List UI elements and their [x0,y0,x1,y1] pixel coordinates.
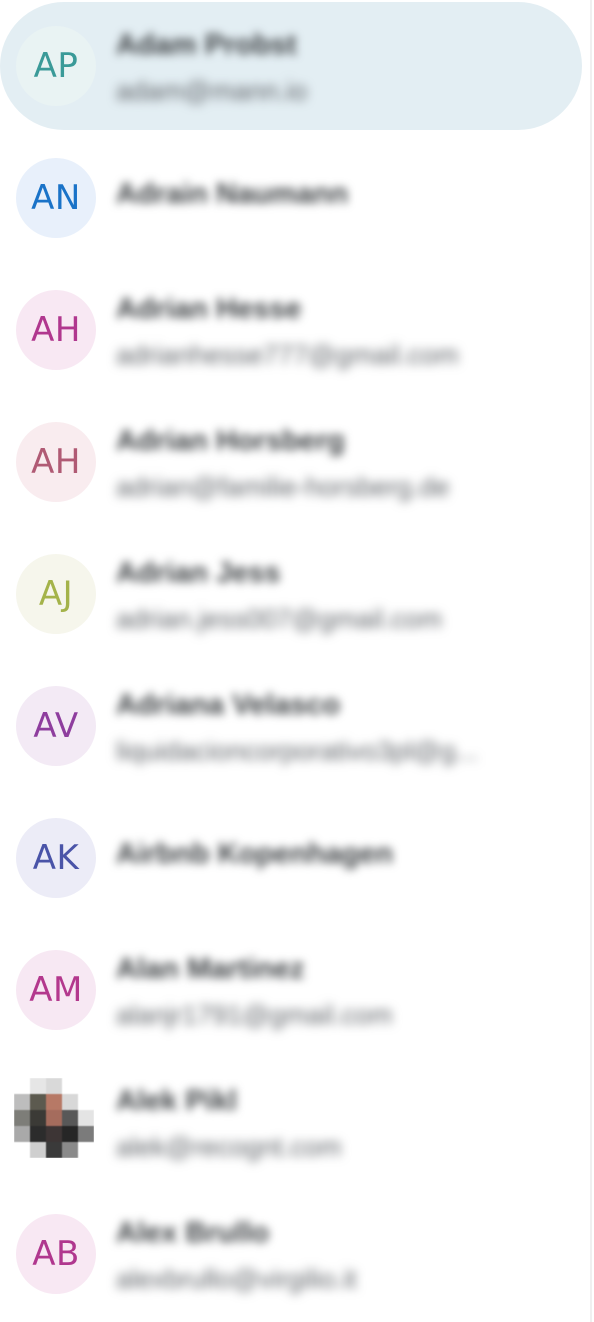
avatar: AJ [16,554,96,634]
contact-text: Adrian Hesse adrianhesse777@gmail.com [116,266,542,394]
contact-name: Alex Brullo [116,1217,270,1249]
avatar: AH [16,422,96,502]
avatar: AK [16,818,96,898]
contact-email: adam@mann.io [116,76,308,106]
contact-name: Airbnb Kopenhagen [116,838,394,870]
contact-email: alexbrullo@virgilio.it [116,1264,357,1294]
contact-name: Adriana Velasco [116,689,341,721]
contact-row-alan-martinez[interactable]: AM Alan Martinez alanjr1791@gmail.com [0,926,582,1054]
avatar-photo [14,1078,94,1158]
contact-name: Adam Probst [116,29,297,61]
avatar: AP [16,26,96,106]
contact-email: liquidacioncorporativo3pl@g... [116,736,479,766]
contact-row-adriana-velasco[interactable]: AV Adriana Velasco liquidacioncorporativ… [0,662,582,790]
contact-row-adam-probst[interactable]: AP Adam Probst adam@mann.io [0,2,582,130]
contact-row-airbnb-kopenhagen[interactable]: AK Airbnb Kopenhagen [0,794,582,922]
contact-list: AP Adam Probst adam@mann.io AN Adrain Na… [0,0,594,1322]
contact-email: adrian.jess007@gmail.com [116,604,443,634]
contact-row-alek-pikl[interactable]: Alek Pikl alek@recognt.com [0,1058,582,1186]
contact-text: Adrian Horsberg adrian@familie-horsberg.… [116,398,542,526]
contact-name: Adrian Horsberg [116,425,345,457]
contact-email: adrianhesse777@gmail.com [116,340,459,370]
contact-text: Adrain Naumann [116,134,542,262]
avatar: AM [16,950,96,1030]
avatar: AN [16,158,96,238]
avatar: AB [16,1214,96,1294]
contact-row-adrain-naumann[interactable]: AN Adrain Naumann [0,134,582,262]
contact-text: Airbnb Kopenhagen [116,794,542,922]
contact-text: Alex Brullo alexbrullo@virgilio.it [116,1190,542,1318]
avatar-photo-image [14,1078,94,1158]
contact-email: alanjr1791@gmail.com [116,1000,393,1030]
contact-email: adrian@familie-horsberg.de [116,472,450,502]
contact-name: Adrian Hesse [116,293,302,325]
contact-text: Adriana Velasco liquidacioncorporativo3p… [116,662,542,790]
contact-row-adrian-horsberg[interactable]: AH Adrian Horsberg adrian@familie-horsbe… [0,398,582,526]
avatar: AH [16,290,96,370]
contact-text: Alek Pikl alek@recognt.com [116,1058,542,1186]
contact-name: Alek Pikl [116,1085,237,1117]
contact-text: Alan Martinez alanjr1791@gmail.com [116,926,542,1054]
contact-email: alek@recognt.com [116,1132,342,1162]
contact-text: Adam Probst adam@mann.io [116,2,542,130]
contact-row-adrian-hesse[interactable]: AH Adrian Hesse adrianhesse777@gmail.com [0,266,582,394]
contact-text: Adrian Jess adrian.jess007@gmail.com [116,530,542,658]
contact-name: Alan Martinez [116,953,305,985]
contact-name: Adrian Jess [116,557,281,589]
avatar: AV [16,686,96,766]
contact-row-alex-brullo[interactable]: AB Alex Brullo alexbrullo@virgilio.it [0,1190,582,1318]
contact-row-adrian-jess[interactable]: AJ Adrian Jess adrian.jess007@gmail.com [0,530,582,658]
contact-name: Adrain Naumann [116,178,349,210]
